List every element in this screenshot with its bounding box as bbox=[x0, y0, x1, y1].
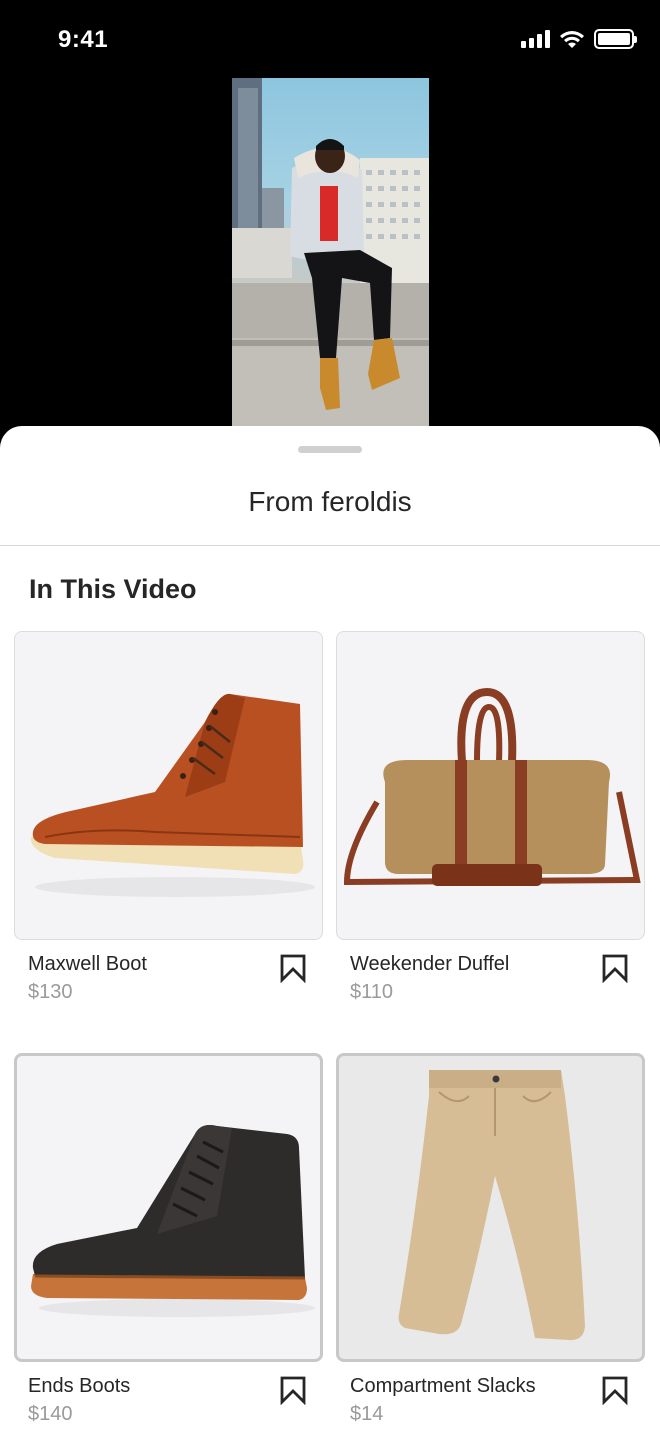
product-image[interactable] bbox=[336, 631, 645, 940]
product-name[interactable]: Compartment Slacks bbox=[350, 1375, 536, 1398]
khaki-slacks-image bbox=[398, 1070, 585, 1341]
product-name[interactable]: Ends Boots bbox=[28, 1375, 130, 1398]
sheet-divider bbox=[0, 545, 660, 546]
wifi-icon bbox=[560, 30, 584, 48]
product-price: $14 bbox=[350, 1403, 384, 1425]
black-leather-boot-image bbox=[31, 1125, 315, 1317]
video-frame-image bbox=[232, 78, 429, 428]
bookmark-icon[interactable] bbox=[601, 953, 631, 985]
brown-leather-boot-image bbox=[30, 693, 315, 897]
product-price: $140 bbox=[28, 1403, 73, 1425]
product-card-compartment-slacks[interactable]: Compartment Slacks $14 bbox=[336, 1053, 646, 1425]
product-price: $130 bbox=[28, 981, 73, 1003]
product-name[interactable]: Maxwell Boot bbox=[28, 953, 147, 976]
status-icons bbox=[521, 29, 637, 49]
battery-icon bbox=[594, 29, 637, 49]
bookmark-icon[interactable] bbox=[601, 1375, 631, 1407]
product-image[interactable] bbox=[14, 631, 323, 940]
canvas-duffel-bag-image bbox=[343, 687, 641, 886]
cellular-signal-icon bbox=[521, 30, 550, 48]
video-preview[interactable] bbox=[232, 78, 429, 428]
sheet-title: From feroldis bbox=[248, 486, 412, 517]
product-sheet: From feroldis In This Video Maxwell Boot… bbox=[0, 426, 660, 1443]
status-bar: 9:41 bbox=[0, 0, 660, 80]
bookmark-icon[interactable] bbox=[279, 1375, 309, 1407]
section-title: In This Video bbox=[29, 574, 197, 604]
product-card-ends-boots[interactable]: Ends Boots $140 bbox=[14, 1053, 324, 1425]
product-price: $110 bbox=[350, 981, 394, 1003]
product-name[interactable]: Weekender Duffel bbox=[350, 953, 509, 976]
bookmark-icon[interactable] bbox=[279, 953, 309, 985]
product-image[interactable] bbox=[14, 1053, 323, 1362]
product-image[interactable] bbox=[336, 1053, 645, 1362]
status-time: 9:41 bbox=[58, 26, 109, 53]
product-card-maxwell-boot[interactable]: Maxwell Boot $130 bbox=[14, 631, 324, 1003]
product-card-weekender-duffel[interactable]: Weekender Duffel $110 bbox=[336, 631, 646, 1003]
sheet-grabber[interactable] bbox=[298, 446, 362, 453]
